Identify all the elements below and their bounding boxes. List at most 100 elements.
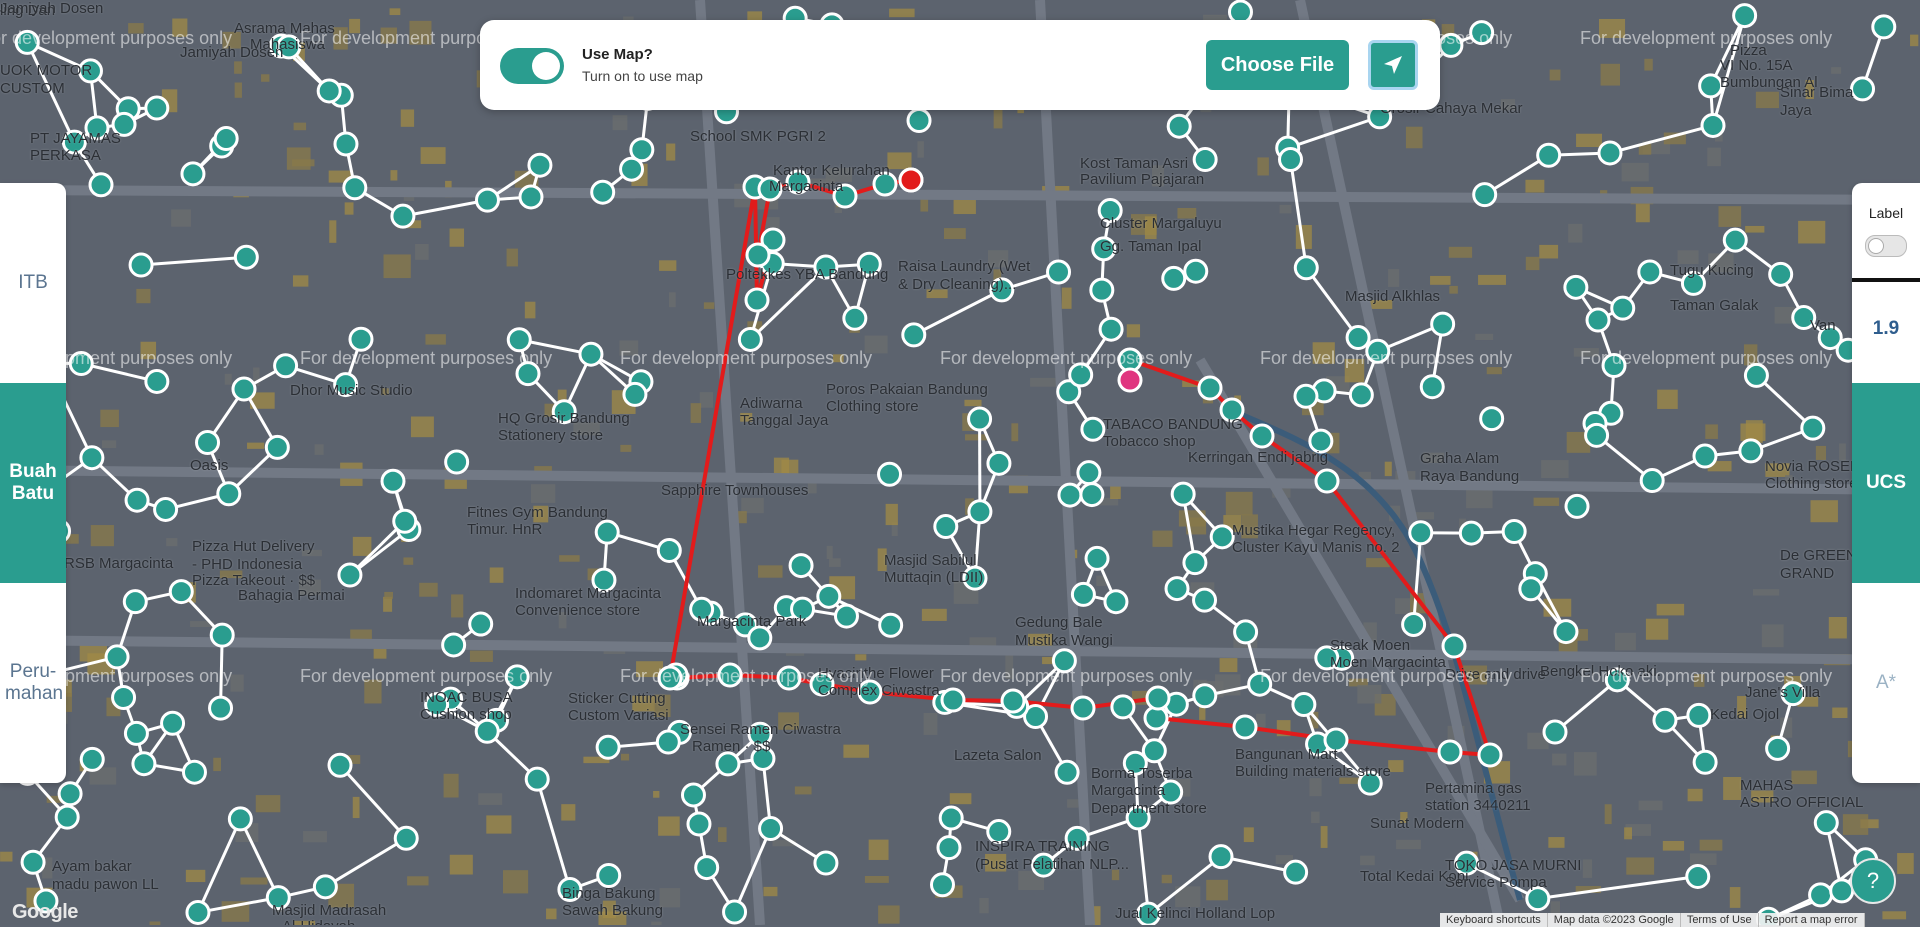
graph-node[interactable] [1082,418,1104,440]
graph-node[interactable] [266,436,288,458]
route-node[interactable] [1443,635,1465,657]
graph-node[interactable] [520,186,542,208]
graph-node[interactable] [903,324,925,346]
end-node[interactable] [900,169,922,191]
route-node[interactable] [942,689,964,711]
graph-node[interactable] [529,154,551,176]
graph-node[interactable] [394,510,416,532]
graph-node[interactable] [1194,589,1216,611]
graph-node[interactable] [1350,384,1372,406]
map-canvas[interactable]: ling DanAsrama MahasMahasiswaJamiyah Dos… [0,0,1920,925]
graph-node[interactable] [1210,846,1232,868]
location-itb[interactable]: ITB [0,183,66,383]
graph-node[interactable] [696,857,718,879]
graph-node[interactable] [526,768,548,790]
graph-node[interactable] [1166,578,1188,600]
graph-node[interactable] [1503,521,1525,543]
graph-node[interactable] [1481,408,1503,430]
graph-node[interactable] [155,498,177,520]
graph-node[interactable] [1687,865,1709,887]
graph-node[interactable] [760,817,782,839]
graph-node[interactable] [1688,704,1710,726]
graph-node[interactable] [1112,696,1134,718]
graph-node[interactable] [130,254,152,276]
label-toggle[interactable] [1865,235,1907,257]
graph-node[interactable] [81,447,103,469]
graph-node[interactable] [187,901,209,923]
graph-node[interactable] [1194,149,1216,171]
graph-node[interactable] [724,901,746,923]
graph-node[interactable] [1700,75,1722,97]
graph-node[interactable] [146,370,168,392]
graph-node[interactable] [1544,721,1566,743]
graph-node[interactable] [879,463,901,485]
graph-node[interactable] [125,722,147,744]
graph-node[interactable] [1565,276,1587,298]
graph-node[interactable] [1078,462,1100,484]
graph-node[interactable] [1702,114,1724,136]
route-node[interactable] [747,244,769,266]
graph-node[interactable] [717,753,739,775]
graph-node[interactable] [182,163,204,185]
graph-node[interactable] [1873,16,1895,38]
graph-node[interactable] [1641,470,1663,492]
graph-node[interactable] [476,720,498,742]
graph-node[interactable] [1211,526,1233,548]
graph-node[interactable] [1612,297,1634,319]
graph-node[interactable] [1555,621,1577,643]
graph-node[interactable] [124,591,146,613]
graph-node[interactable] [314,876,336,898]
map-svg[interactable] [0,0,1920,925]
route-node[interactable] [1251,425,1273,447]
graph-node[interactable] [344,177,366,199]
graph-node[interactable] [688,813,710,835]
graph-node[interactable] [1538,144,1560,166]
graph-node[interactable] [1520,578,1542,600]
start-node[interactable] [1119,369,1141,391]
locate-button[interactable] [1368,40,1418,90]
graph-node[interactable] [133,753,155,775]
route-node[interactable] [1072,697,1094,719]
graph-node[interactable] [106,646,128,668]
graph-node[interactable] [1740,440,1762,462]
graph-node[interactable] [1347,327,1369,349]
graph-node[interactable] [162,712,184,734]
graph-node[interactable] [988,452,1010,474]
route-node[interactable] [1002,690,1024,712]
graph-node[interactable] [90,174,112,196]
graph-node[interactable] [443,634,465,656]
graph-node[interactable] [908,109,930,131]
graph-node[interactable] [1091,279,1113,301]
graph-node[interactable] [1599,142,1621,164]
graph-node[interactable] [658,539,680,561]
graph-node[interactable] [1163,267,1185,289]
graph-node[interactable] [931,874,953,896]
graph-node[interactable] [592,181,614,203]
graph-node[interactable] [596,521,618,543]
graph-node[interactable] [1184,552,1206,574]
graph-node[interactable] [938,837,960,859]
graph-node[interactable] [113,686,135,708]
graph-node[interactable] [1059,484,1081,506]
help-button[interactable]: ? [1850,858,1896,904]
graph-node[interactable] [318,80,340,102]
graph-node[interactable] [233,378,255,400]
graph-node[interactable] [1770,263,1792,285]
route-node[interactable] [1316,470,1338,492]
graph-node[interactable] [1100,318,1122,340]
graph-node[interactable] [81,748,103,770]
graph-node[interactable] [624,383,646,405]
graph-node[interactable] [1767,737,1789,759]
graph-node[interactable] [22,851,44,873]
graph-node[interactable] [1694,445,1716,467]
algorithm-ucs[interactable]: UCS [1852,383,1920,583]
graph-node[interactable] [749,627,771,649]
graph-node[interactable] [597,736,619,758]
graph-node[interactable] [329,754,351,776]
graph-node[interactable] [339,564,361,586]
graph-node[interactable] [211,624,233,646]
graph-node[interactable] [1694,751,1716,773]
graph-node[interactable] [1293,694,1315,716]
graph-node[interactable] [235,246,257,268]
graph-node[interactable] [1587,309,1609,331]
